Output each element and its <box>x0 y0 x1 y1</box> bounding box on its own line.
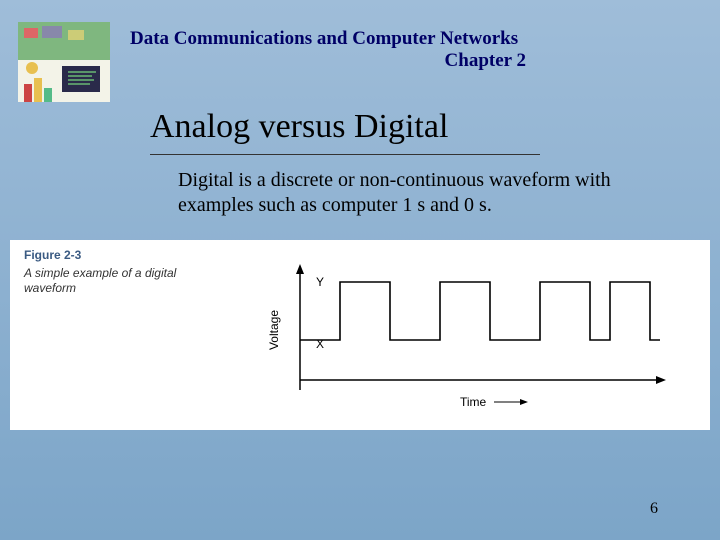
slide-heading: Analog versus Digital <box>150 108 448 146</box>
figure-panel: Figure 2-3 A simple example of a digital… <box>10 240 710 430</box>
slide-header: Data Communications and Computer Network… <box>130 28 530 72</box>
course-title: Data Communications and Computer Network… <box>130 28 530 50</box>
figure-caption: A simple example of a digital waveform <box>24 266 184 296</box>
y-axis-title: Voltage <box>267 310 281 350</box>
slide-body-text: Digital is a discrete or non-continuous … <box>178 168 618 218</box>
chapter-label: Chapter 2 <box>130 50 530 72</box>
y-low-label: X <box>316 337 324 351</box>
book-cover-thumbnail <box>18 22 110 102</box>
page-number: 6 <box>650 500 658 518</box>
y-high-label: Y <box>316 275 324 289</box>
figure-label: Figure 2-3 <box>24 248 81 262</box>
digital-waveform-graph: Y X Voltage Time <box>190 250 690 420</box>
heading-underline <box>150 154 540 155</box>
x-axis-title: Time <box>460 395 487 409</box>
